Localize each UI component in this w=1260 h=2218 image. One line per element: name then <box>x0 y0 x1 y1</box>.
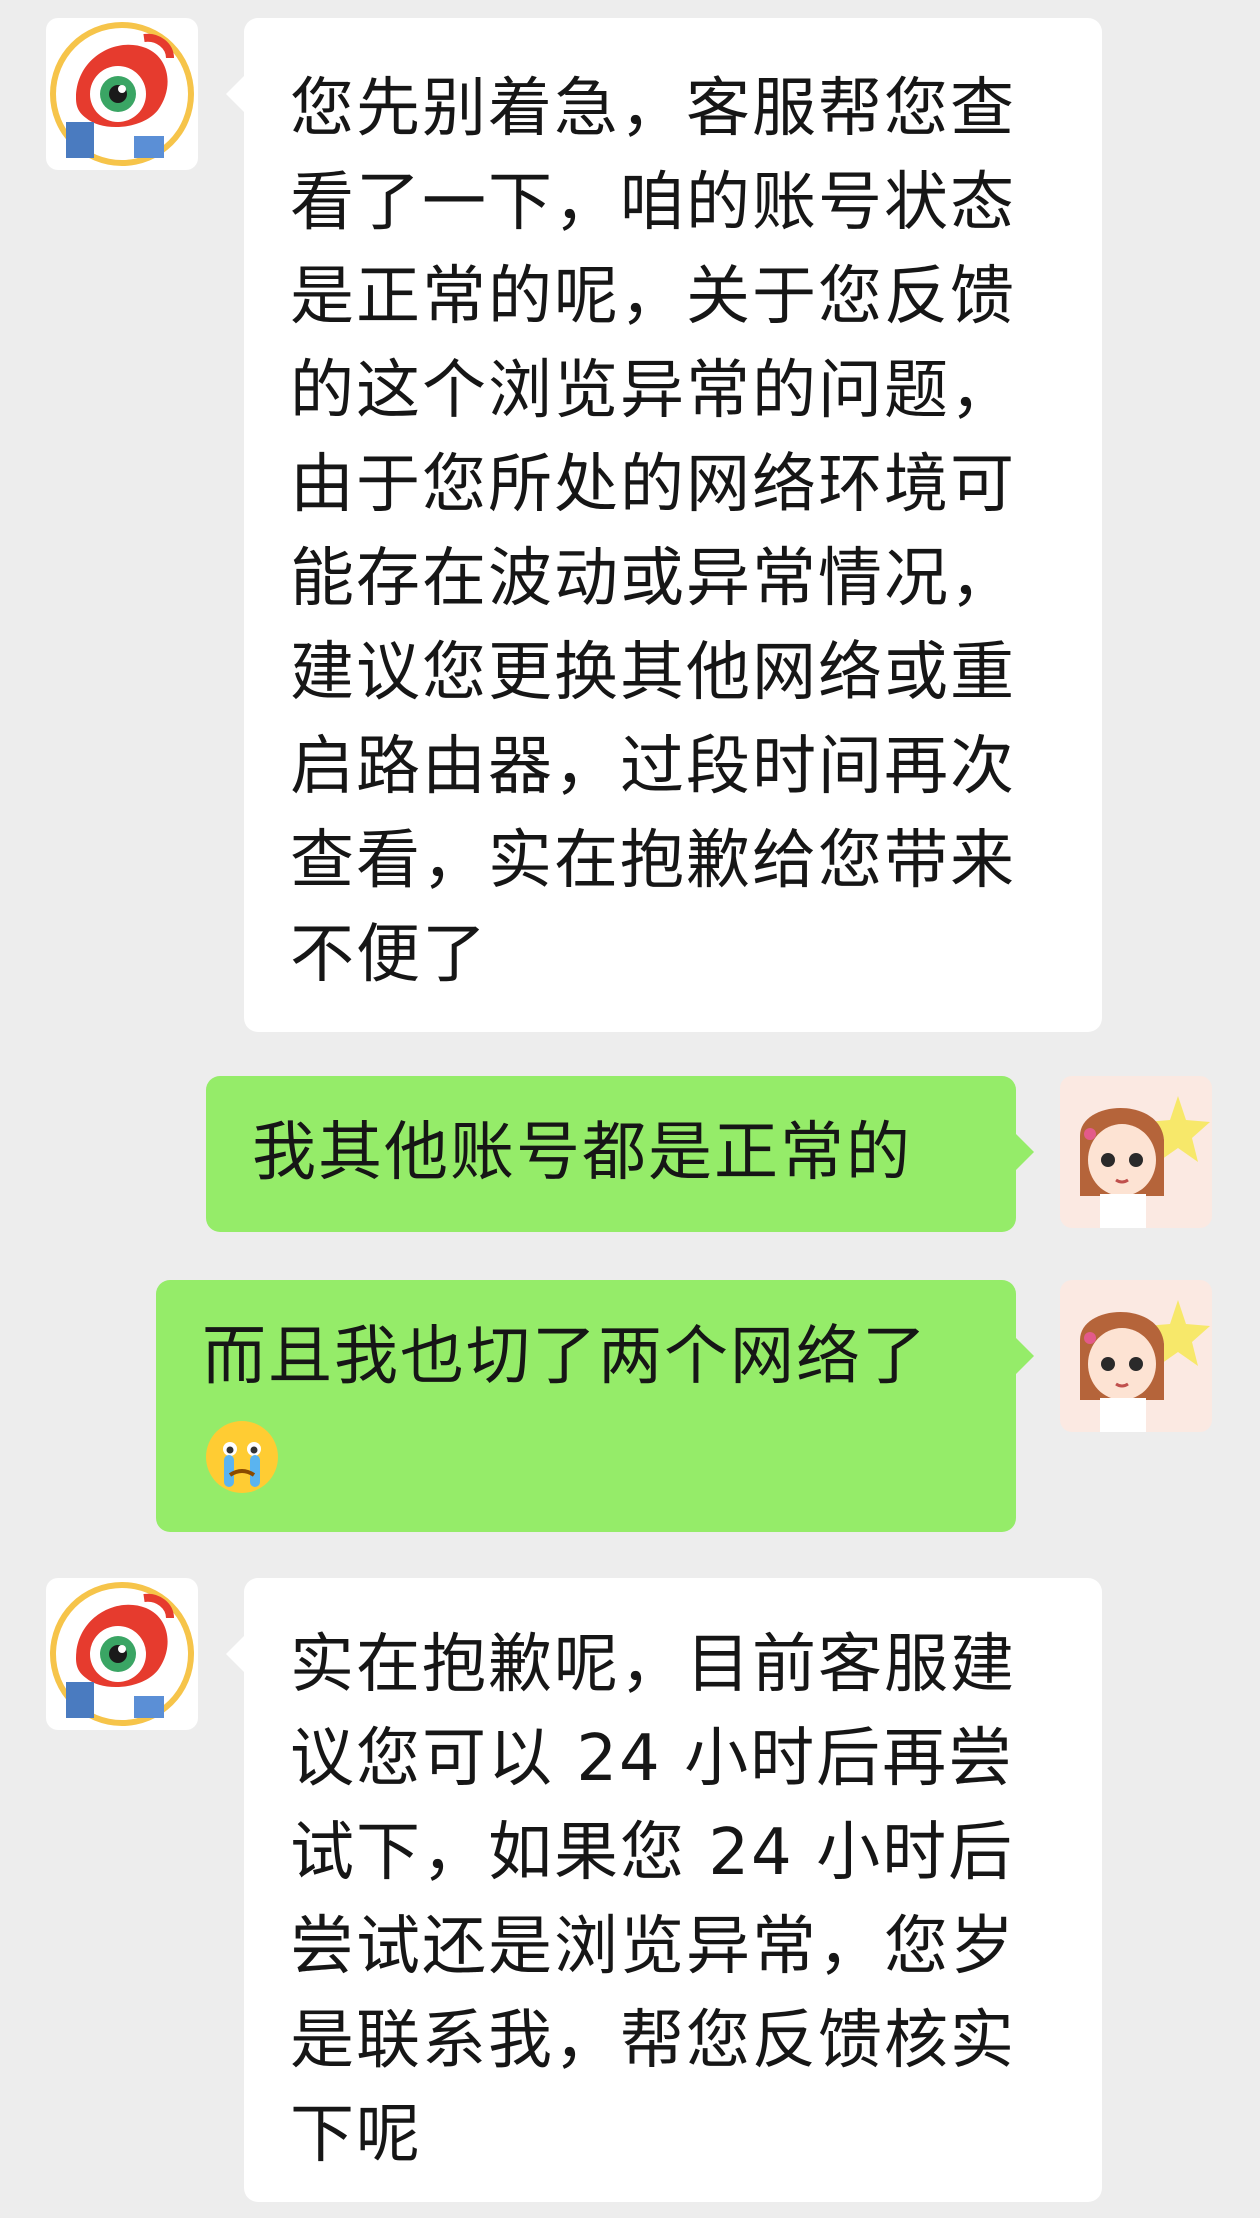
message-bubble-cs-2[interactable]: 实在抱歉呢，目前客服建 议您可以 24 小时后再尝 试下，如果您 24 小时后 … <box>226 1578 1102 2202</box>
user-avatar-icon[interactable] <box>1060 1280 1212 1432</box>
message-line: 查看，实在抱歉给您带来 <box>290 824 1016 898</box>
user-avatar-icon[interactable] <box>1060 1076 1212 1228</box>
message-line: 实在抱歉呢，目前客服建 <box>290 1628 1016 1702</box>
message-bubble-user-2[interactable]: 而且我也切了两个网络了 <box>156 1280 1034 1532</box>
message-line: 不便了 <box>290 918 488 992</box>
message-line: 能存在波动或异常情况， <box>290 542 1016 616</box>
message-line: 试下，如果您 24 小时后 <box>290 1816 1015 1890</box>
message-line: 议您可以 24 小时后再尝 <box>290 1722 1015 1796</box>
message-line: 是正常的呢，关于您反馈 <box>290 260 1016 334</box>
cs-avatar-icon[interactable] <box>46 18 198 170</box>
message-line: 的这个浏览异常的问题， <box>290 354 1016 428</box>
message-line: 您先别着急，客服帮您查 <box>290 72 1016 146</box>
message-line: 我其他账号都是正常的 <box>252 1116 912 1190</box>
message-line: 下呢 <box>290 2098 422 2172</box>
message-line: 而且我也切了两个网络了 <box>202 1320 928 1394</box>
message-line: 由于您所处的网络环境可 <box>290 448 1016 522</box>
message-line: 尝试还是浏览异常，您岁 <box>290 1910 1016 1984</box>
message-bubble-user-1[interactable]: 我其他账号都是正常的 <box>206 1076 1034 1232</box>
message-line: 启路由器，过段时间再次 <box>290 730 1016 804</box>
message-line: 看了一下，咱的账号状态 <box>290 166 1016 240</box>
message-line: 是联系我，帮您反馈核实 <box>290 2004 1016 2078</box>
message-bubble-cs-1[interactable]: 您先别着急，客服帮您查 看了一下，咱的账号状态 是正常的呢，关于您反馈 的这个浏… <box>226 18 1102 1032</box>
message-line: 建议您更换其他网络或重 <box>290 636 1016 710</box>
crying-face-emoji-icon <box>202 1417 282 1497</box>
cs-avatar-icon[interactable] <box>46 1578 198 1730</box>
